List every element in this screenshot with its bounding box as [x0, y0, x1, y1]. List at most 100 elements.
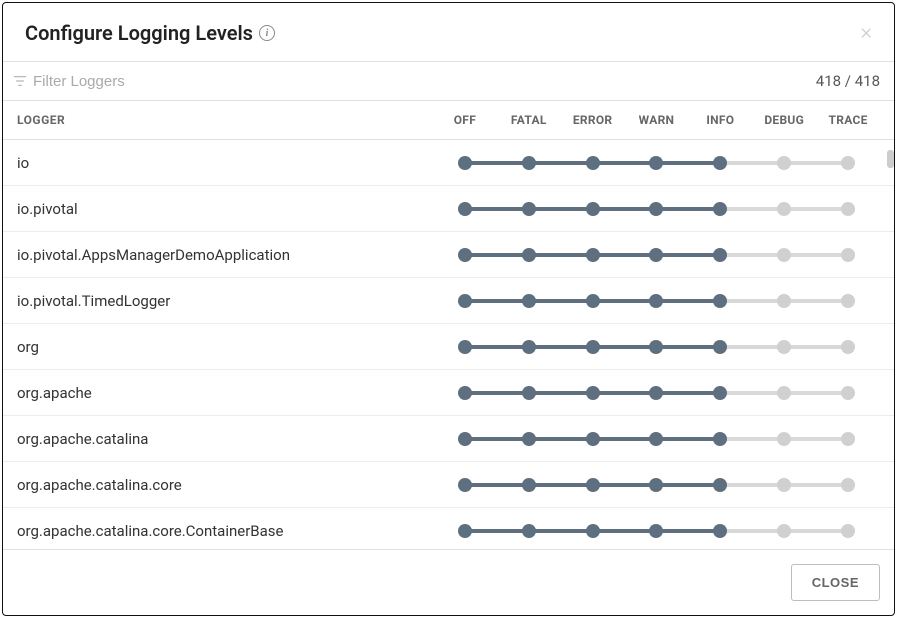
level-dot-fatal[interactable]	[522, 524, 536, 538]
level-dot-trace[interactable]	[841, 156, 855, 170]
level-slider[interactable]	[433, 324, 880, 369]
level-dot-off[interactable]	[458, 340, 472, 354]
col-level-off: OFF	[433, 113, 497, 127]
level-dot-debug[interactable]	[777, 478, 791, 492]
logger-row: org.apache.catalina.core.ContainerBase	[3, 508, 894, 549]
level-slider[interactable]	[433, 508, 880, 549]
level-dot-off[interactable]	[458, 478, 472, 492]
logger-rows: ioio.pivotal io.pivotal.AppsManagerDemoAp…	[3, 140, 894, 549]
logger-name: io.pivotal.AppsManagerDemoApplication	[17, 246, 433, 264]
level-dot-fatal[interactable]	[522, 202, 536, 216]
level-dot-info[interactable]	[713, 156, 727, 170]
level-slider[interactable]	[433, 140, 880, 185]
level-dot-debug[interactable]	[777, 524, 791, 538]
level-dot-fatal[interactable]	[522, 340, 536, 354]
logger-name: org	[17, 338, 433, 356]
col-level-warn: WARN	[625, 113, 689, 127]
level-dot-warn[interactable]	[649, 248, 663, 262]
level-dot-error[interactable]	[586, 340, 600, 354]
level-dot-error[interactable]	[586, 202, 600, 216]
level-dot-info[interactable]	[713, 524, 727, 538]
logger-row: org.apache	[3, 370, 894, 416]
level-dot-off[interactable]	[458, 386, 472, 400]
level-dot-off[interactable]	[458, 294, 472, 308]
logger-row: io	[3, 140, 894, 186]
info-icon[interactable]: i	[259, 25, 275, 41]
logger-name: org.apache.catalina	[17, 430, 433, 448]
level-dot-info[interactable]	[713, 432, 727, 446]
modal-footer: CLOSE	[3, 549, 894, 615]
level-dot-trace[interactable]	[841, 478, 855, 492]
level-dot-error[interactable]	[586, 432, 600, 446]
level-slider[interactable]	[433, 186, 880, 231]
level-dot-trace[interactable]	[841, 294, 855, 308]
level-dot-off[interactable]	[458, 432, 472, 446]
level-dot-info[interactable]	[713, 202, 727, 216]
scrollbar[interactable]	[887, 150, 894, 168]
col-level-debug: DEBUG	[752, 113, 816, 127]
level-dot-warn[interactable]	[649, 432, 663, 446]
level-dot-debug[interactable]	[777, 248, 791, 262]
level-dot-fatal[interactable]	[522, 248, 536, 262]
level-dot-info[interactable]	[713, 248, 727, 262]
level-dot-fatal[interactable]	[522, 432, 536, 446]
level-dot-off[interactable]	[458, 524, 472, 538]
level-dot-error[interactable]	[586, 248, 600, 262]
level-dot-trace[interactable]	[841, 248, 855, 262]
logger-row: io.pivotal	[3, 186, 894, 232]
col-level-info: INFO	[688, 113, 752, 127]
level-slider[interactable]	[433, 232, 880, 277]
level-dot-trace[interactable]	[841, 524, 855, 538]
filter-input[interactable]	[33, 73, 816, 90]
level-dot-trace[interactable]	[841, 202, 855, 216]
level-slider[interactable]	[433, 416, 880, 461]
level-dot-warn[interactable]	[649, 524, 663, 538]
level-dot-off[interactable]	[458, 156, 472, 170]
level-dot-fatal[interactable]	[522, 156, 536, 170]
level-dot-info[interactable]	[713, 386, 727, 400]
level-dot-warn[interactable]	[649, 156, 663, 170]
level-dot-warn[interactable]	[649, 478, 663, 492]
level-dot-debug[interactable]	[777, 432, 791, 446]
level-dot-warn[interactable]	[649, 294, 663, 308]
logger-row: io.pivotal.TimedLogger	[3, 278, 894, 324]
level-dot-fatal[interactable]	[522, 478, 536, 492]
level-dot-debug[interactable]	[777, 202, 791, 216]
level-dot-trace[interactable]	[841, 340, 855, 354]
level-dot-info[interactable]	[713, 340, 727, 354]
level-dot-debug[interactable]	[777, 156, 791, 170]
filter-left	[13, 73, 816, 90]
level-headers: OFFFATALERRORWARNINFODEBUGTRACE	[433, 113, 880, 127]
col-logger: LOGGER	[17, 113, 433, 127]
col-level-trace: TRACE	[816, 113, 880, 127]
level-dot-warn[interactable]	[649, 340, 663, 354]
level-dot-warn[interactable]	[649, 202, 663, 216]
col-level-fatal: FATAL	[497, 113, 561, 127]
level-dot-error[interactable]	[586, 294, 600, 308]
logger-name: org.apache.catalina.core	[17, 476, 433, 494]
level-dot-trace[interactable]	[841, 432, 855, 446]
logger-row: org.apache.catalina	[3, 416, 894, 462]
level-dot-error[interactable]	[586, 156, 600, 170]
modal-title: Configure Logging Levels i	[25, 21, 275, 45]
col-level-error: ERROR	[561, 113, 625, 127]
level-slider[interactable]	[433, 278, 880, 323]
level-slider[interactable]	[433, 462, 880, 507]
level-dot-fatal[interactable]	[522, 294, 536, 308]
level-dot-fatal[interactable]	[522, 386, 536, 400]
level-dot-debug[interactable]	[777, 294, 791, 308]
level-dot-off[interactable]	[458, 248, 472, 262]
close-button[interactable]: CLOSE	[791, 564, 880, 601]
level-dot-off[interactable]	[458, 202, 472, 216]
level-dot-info[interactable]	[713, 294, 727, 308]
level-dot-error[interactable]	[586, 524, 600, 538]
level-slider[interactable]	[433, 370, 880, 415]
level-dot-debug[interactable]	[777, 340, 791, 354]
level-dot-info[interactable]	[713, 478, 727, 492]
level-dot-error[interactable]	[586, 386, 600, 400]
close-icon[interactable]: ×	[860, 22, 872, 44]
level-dot-warn[interactable]	[649, 386, 663, 400]
level-dot-error[interactable]	[586, 478, 600, 492]
level-dot-trace[interactable]	[841, 386, 855, 400]
level-dot-debug[interactable]	[777, 386, 791, 400]
